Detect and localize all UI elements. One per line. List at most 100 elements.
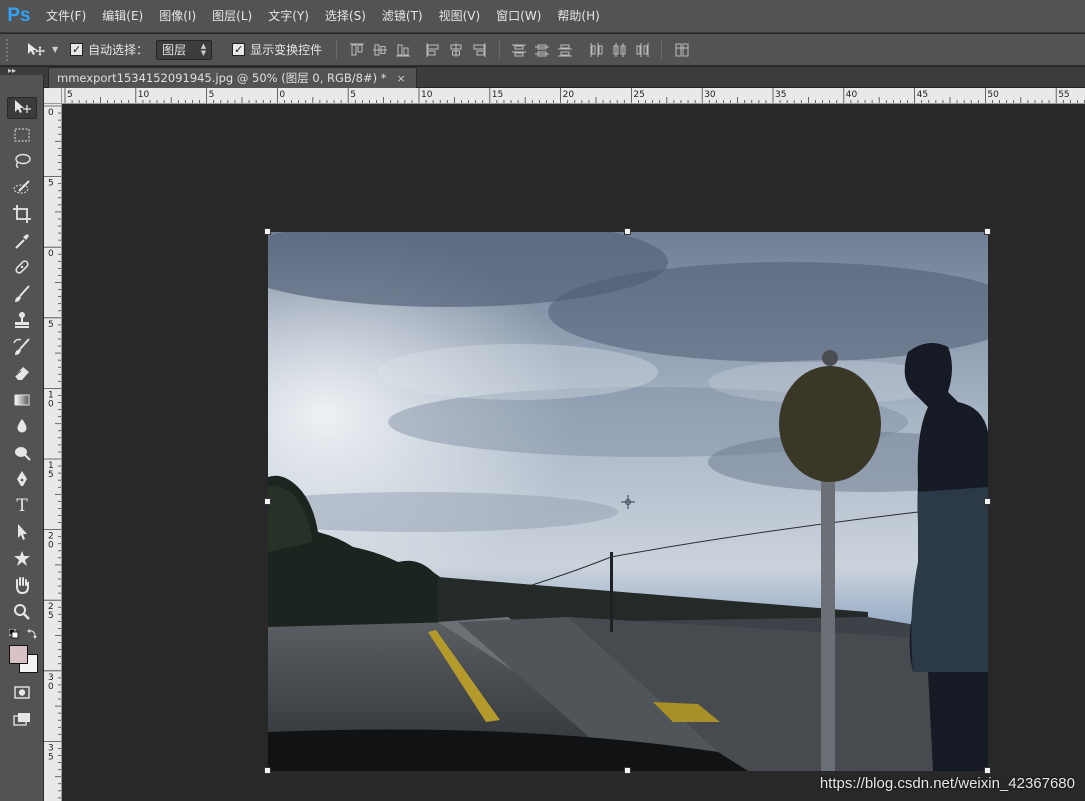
transform-handle-top-right[interactable] (984, 228, 991, 235)
menu-window[interactable]: 窗口(W) (488, 0, 549, 33)
type-tool[interactable]: T (0, 493, 44, 520)
quick-select-icon (13, 180, 30, 194)
horizontal-ruler-ticks: 5 10 5 0 5 10 15 20 25 30 35 40 45 50 55 (64, 88, 1085, 103)
crop-icon (13, 205, 31, 224)
reference-point-icon[interactable] (621, 495, 635, 509)
align-left-edges-icon[interactable] (424, 41, 442, 59)
ruler-label: 0 (48, 249, 54, 259)
move-tool-icon (15, 100, 31, 114)
transform-handle-top-left[interactable] (264, 228, 271, 235)
lasso-icon (15, 154, 31, 169)
chevron-down-icon: ▼ (52, 45, 59, 54)
ruler-label: 40 (846, 90, 858, 100)
show-transform-checkbox[interactable]: ✓ (232, 43, 246, 56)
pen-tool[interactable] (0, 466, 44, 493)
menu-layer[interactable]: 图层(L) (204, 0, 260, 33)
ruler-origin[interactable] (44, 88, 62, 104)
custom-shape-icon (14, 550, 30, 566)
quick-mask-button[interactable] (0, 679, 44, 706)
document-tab[interactable]: mmexport1534152091945.jpg @ 50% (图层 0, R… (48, 67, 417, 88)
transform-handle-bottom-center[interactable] (624, 767, 631, 774)
move-tool[interactable] (0, 95, 44, 122)
auto-select-checkbox[interactable]: ✓ (70, 43, 84, 56)
brush-tool[interactable] (0, 281, 44, 308)
transform-handle-bottom-right[interactable] (984, 767, 991, 774)
transform-handle-middle-right[interactable] (984, 498, 991, 505)
close-icon[interactable]: × (397, 72, 406, 85)
crop-tool[interactable] (0, 201, 44, 228)
ruler-label: 5 (48, 470, 54, 480)
distribute-left-edges-icon[interactable] (587, 41, 605, 59)
menu-select[interactable]: 选择(S) (317, 0, 374, 33)
transform-handle-middle-left[interactable] (264, 498, 271, 505)
options-bar-grip[interactable] (6, 38, 12, 61)
history-brush-icon (13, 338, 30, 355)
vertical-ruler[interactable]: 0505101520253035 (44, 104, 62, 801)
history-brush-tool[interactable] (0, 334, 44, 361)
healing-brush-tool[interactable] (0, 254, 44, 281)
dodge-tool[interactable] (0, 440, 44, 467)
align-top-edges-icon[interactable] (348, 41, 366, 59)
menu-type[interactable]: 文字(Y) (260, 0, 317, 33)
hand-tool[interactable] (0, 572, 44, 599)
distribute-top-edges-icon[interactable] (510, 41, 528, 59)
screen-mode-button[interactable] (0, 706, 44, 733)
menu-image[interactable]: 图像(I) (151, 0, 204, 33)
quick-select-tool[interactable] (0, 175, 44, 202)
type-icon: T (16, 495, 28, 516)
marquee-tool[interactable] (0, 122, 44, 149)
show-transform-label: 显示变换控件 (250, 43, 323, 57)
water-drop-icon (17, 419, 27, 433)
path-select-tool[interactable] (0, 519, 44, 546)
align-vertical-centers-icon[interactable] (371, 41, 389, 59)
ruler-label: 5 (48, 320, 54, 330)
transform-handle-bottom-left[interactable] (264, 767, 271, 774)
ruler-label: 0 (48, 541, 54, 551)
blur-tool[interactable] (0, 413, 44, 440)
eyedropper-tool[interactable] (0, 228, 44, 255)
align-right-edges-icon[interactable] (470, 41, 488, 59)
eraser-icon (14, 367, 29, 381)
distribute-bottom-edges-icon[interactable] (556, 41, 574, 59)
watermark-text: https://blog.csdn.net/weixin_42367680 (819, 775, 1075, 792)
photoshop-logo: Ps (7, 5, 31, 26)
ruler-label: 0 (279, 90, 285, 100)
move-tool-icon (28, 42, 45, 56)
auto-select-target-dropdown[interactable]: 图层 ▲ ▼ (156, 39, 213, 60)
eraser-tool[interactable] (0, 360, 44, 387)
clone-stamp-tool[interactable] (0, 307, 44, 334)
options-divider (661, 39, 663, 60)
menu-filter[interactable]: 滤镜(T) (374, 0, 431, 33)
distribute-vertical-centers-icon[interactable] (533, 41, 551, 59)
foreground-color-swatch[interactable] (9, 645, 28, 664)
align-bottom-edges-icon[interactable] (394, 41, 412, 59)
distribute-right-edges-icon[interactable] (633, 41, 651, 59)
screen-mode-icon (13, 712, 30, 726)
distribute-horizontal-centers-icon[interactable] (610, 41, 628, 59)
auto-align-layers-icon[interactable] (673, 41, 691, 59)
ruler-label: 25 (633, 90, 644, 100)
hand-icon (16, 577, 29, 595)
menu-help[interactable]: 帮助(H) (549, 0, 607, 33)
ruler-label: 35 (775, 90, 786, 100)
gradient-tool[interactable] (0, 387, 44, 414)
document-tab-title: mmexport1534152091945.jpg @ 50% (图层 0, R… (57, 71, 387, 85)
default-colors-icon[interactable] (9, 629, 19, 639)
document-tab-bar: mmexport1534152091945.jpg @ 50% (图层 0, R… (44, 67, 1085, 88)
align-horizontal-centers-icon[interactable] (447, 41, 465, 59)
tool-preset-picker[interactable]: ▼ (26, 42, 58, 58)
swap-colors-icon[interactable] (27, 628, 38, 639)
zoom-tool[interactable] (0, 599, 44, 626)
ruler-label: 20 (563, 90, 575, 100)
double-chevron-icon[interactable]: ▸▸ (8, 67, 16, 75)
transform-handle-top-center[interactable] (624, 228, 631, 235)
ruler-label: 0 (48, 399, 54, 409)
lasso-tool[interactable] (0, 148, 44, 175)
ruler-label: 5 (48, 611, 54, 621)
shape-tool[interactable] (0, 546, 44, 573)
menu-file[interactable]: 文件(F) (38, 0, 94, 33)
menu-edit[interactable]: 编辑(E) (94, 0, 151, 33)
horizontal-ruler[interactable]: 5 10 5 0 5 10 15 20 25 30 35 40 45 50 55 (62, 88, 1085, 104)
document-canvas[interactable]: https://blog.csdn.net/weixin_42367680 (63, 105, 1085, 801)
menu-view[interactable]: 视图(V) (431, 0, 489, 33)
